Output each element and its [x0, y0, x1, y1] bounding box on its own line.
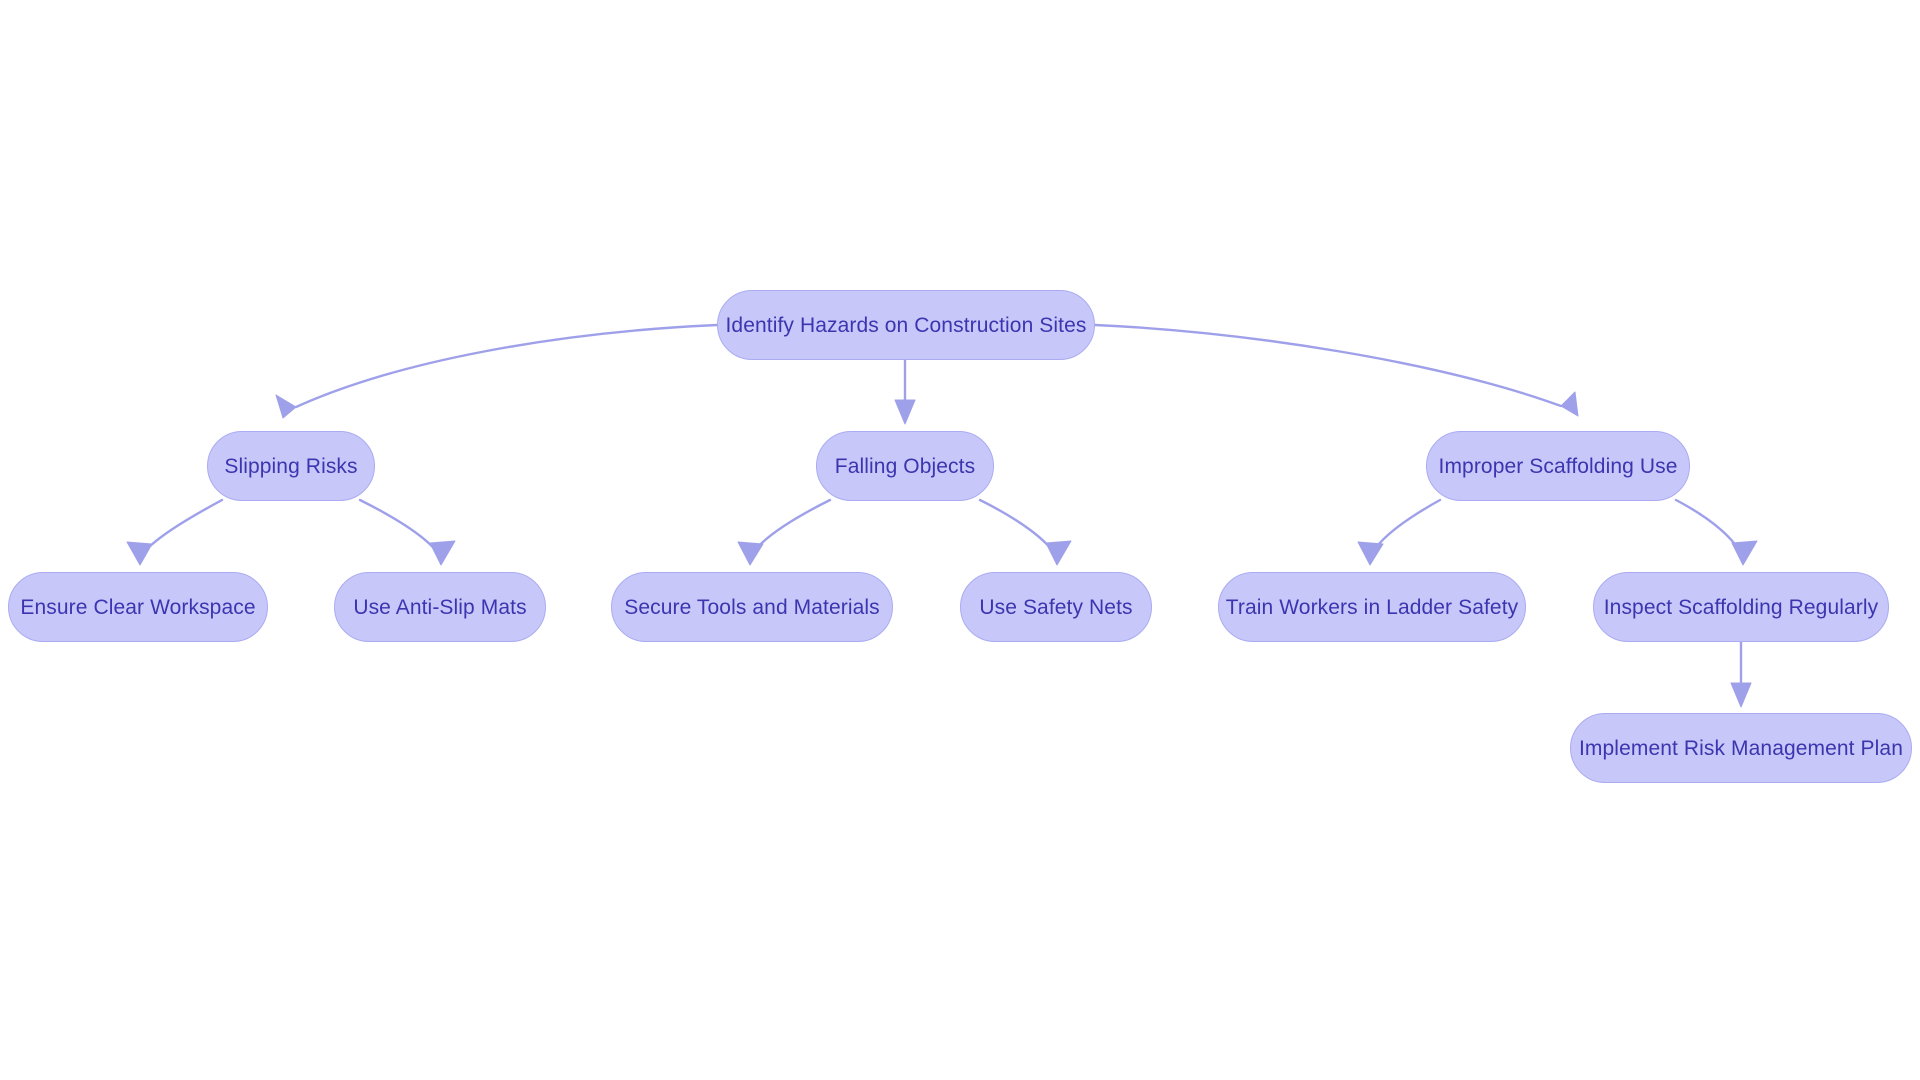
flowchart-node-ensure-clear-workspace[interactable]: Ensure Clear Workspace [8, 572, 268, 642]
arrowhead-icon [1560, 391, 1579, 417]
flowchart-node-use-anti-slip-mats[interactable]: Use Anti-Slip Mats [334, 572, 546, 642]
edge-line [1368, 498, 1442, 559]
flowchart-edge-slipping-to-mats [358, 498, 456, 566]
flowchart-edge-root-to-falling [894, 358, 916, 425]
flowchart-canvas: Identify Hazards on Construction Sites S… [0, 0, 1920, 1080]
flowchart-edge-falling-to-tools [737, 498, 832, 566]
flowchart-node-implement-risk-management-plan[interactable]: Implement Risk Management Plan [1570, 713, 1912, 783]
arrowhead-icon [126, 541, 153, 566]
node-label: Implement Risk Management Plan [1579, 736, 1903, 760]
edge-line [1674, 498, 1745, 559]
edge-line [138, 498, 224, 559]
node-label: Slipping Risks [224, 454, 358, 478]
node-label: Ensure Clear Workspace [20, 595, 256, 619]
arrowhead-icon [1357, 541, 1384, 566]
flowchart-edge-scaffolding-to-inspect [1674, 498, 1758, 566]
flowchart-edge-scaffolding-to-ladder [1357, 498, 1442, 566]
edge-line [748, 498, 832, 559]
arrowhead-icon [1730, 682, 1752, 708]
node-label: Train Workers in Ladder Safety [1225, 595, 1519, 619]
flowchart-edge-falling-to-nets [978, 498, 1072, 566]
flowchart-node-falling-objects[interactable]: Falling Objects [816, 431, 994, 501]
flowchart-node-root[interactable]: Identify Hazards on Construction Sites [717, 290, 1095, 360]
node-label: Falling Objects [834, 454, 976, 478]
flowchart-node-inspect-scaffolding-regularly[interactable]: Inspect Scaffolding Regularly [1593, 572, 1889, 642]
arrowhead-icon [894, 399, 916, 425]
flowchart-edge-root-to-slipping [275, 323, 719, 419]
edge-line [358, 498, 443, 559]
node-label: Secure Tools and Materials [624, 595, 880, 619]
flowchart-node-train-workers-in-ladder-safety[interactable]: Train Workers in Ladder Safety [1218, 572, 1526, 642]
flowchart-node-improper-scaffolding-use[interactable]: Improper Scaffolding Use [1426, 431, 1690, 501]
flowchart-edge-root-to-scaffolding [1093, 323, 1579, 417]
edge-layer [126, 323, 1758, 708]
arrowhead-icon [1045, 540, 1072, 566]
flowchart-node-slipping-risks[interactable]: Slipping Risks [207, 431, 375, 501]
flowchart-edge-inspect-to-riskplan [1730, 640, 1752, 708]
node-label: Improper Scaffolding Use [1438, 454, 1678, 478]
flowchart-edge-slipping-to-workspace [126, 498, 224, 566]
node-label: Use Anti-Slip Mats [353, 595, 527, 619]
edge-line [978, 498, 1059, 559]
flowchart-node-use-safety-nets[interactable]: Use Safety Nets [960, 572, 1152, 642]
arrowhead-icon [275, 394, 297, 419]
arrowhead-icon [737, 541, 764, 566]
node-label: Inspect Scaffolding Regularly [1603, 595, 1879, 619]
edge-line [1093, 323, 1563, 408]
node-label: Identify Hazards on Construction Sites [725, 313, 1087, 337]
arrowhead-icon [1731, 540, 1758, 566]
flowchart-node-secure-tools-and-materials[interactable]: Secure Tools and Materials [611, 572, 893, 642]
node-label: Use Safety Nets [979, 595, 1133, 619]
edge-line [294, 323, 719, 409]
arrowhead-icon [429, 540, 456, 566]
